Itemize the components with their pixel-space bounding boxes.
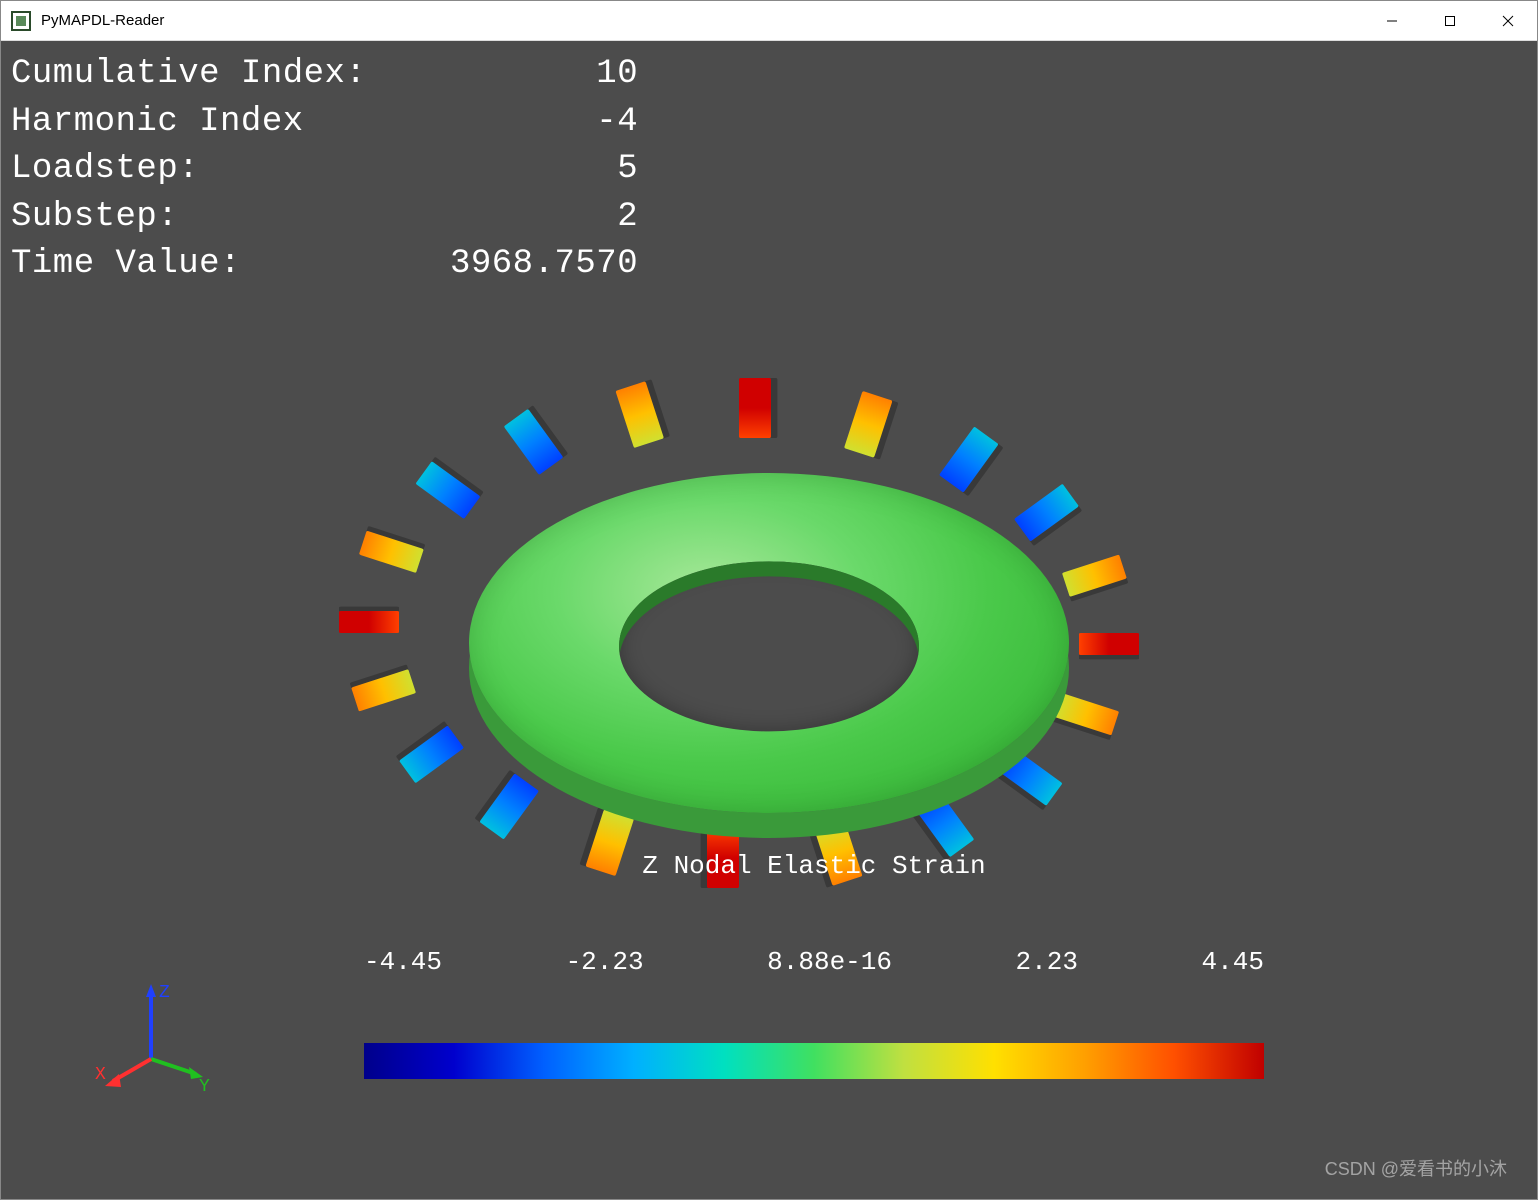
legend-tick: -4.45	[364, 947, 442, 977]
blade	[399, 725, 464, 783]
legend-tick: 4.45	[1202, 947, 1264, 977]
app-icon	[11, 11, 31, 31]
blade	[844, 391, 893, 458]
watermark: CSDN @爱看书的小沐	[1325, 1155, 1507, 1181]
axis-x-label: X	[95, 1065, 106, 1085]
app-window: PyMAPDL-Reader Cumulative Index: 10Harmo…	[0, 0, 1538, 1200]
legend-title: Z Nodal Elastic Strain	[364, 851, 1264, 881]
blade	[359, 531, 424, 573]
axis-y-label: Y	[199, 1077, 210, 1097]
close-button[interactable]	[1479, 1, 1537, 40]
blade	[1079, 633, 1139, 655]
colorbar	[364, 1043, 1264, 1079]
legend-tick: 8.88e-16	[767, 947, 892, 977]
maximize-icon	[1444, 15, 1456, 27]
axis-gizmo[interactable]: Z Y X	[91, 979, 211, 1099]
legend-ticks: -4.45 -2.23 8.88e-16 2.23 4.45	[364, 947, 1264, 977]
overlay-row: Harmonic Index -4	[11, 99, 638, 147]
blade	[351, 670, 416, 712]
minimize-icon	[1386, 15, 1398, 27]
blade	[504, 409, 564, 475]
maximize-button[interactable]	[1421, 1, 1479, 40]
color-legend: Z Nodal Elastic Strain -4.45 -2.23 8.88e-1…	[364, 791, 1264, 1139]
blade	[739, 378, 771, 438]
render-viewport[interactable]: Cumulative Index: 10Harmonic Index -4Loa…	[1, 41, 1537, 1199]
window-title: PyMAPDL-Reader	[41, 12, 1363, 29]
legend-tick: 2.23	[1016, 947, 1078, 977]
blade	[339, 611, 399, 633]
overlay-row: Cumulative Index: 10	[11, 51, 638, 99]
blade	[1055, 693, 1120, 735]
axis-z-label: Z	[159, 983, 170, 1003]
blade	[1014, 483, 1079, 541]
overlay-row: Time Value: 3968.7570	[11, 241, 638, 289]
titlebar[interactable]: PyMAPDL-Reader	[1, 1, 1537, 41]
ring-mesh	[469, 473, 1069, 813]
blade	[1062, 554, 1127, 596]
legend-tick: -2.23	[566, 947, 644, 977]
window-controls	[1363, 1, 1537, 40]
close-icon	[1502, 15, 1514, 27]
blade	[939, 427, 999, 493]
info-overlay: Cumulative Index: 10Harmonic Index -4Loa…	[11, 51, 638, 289]
blade	[615, 381, 664, 448]
overlay-row: Loadstep: 5	[11, 146, 638, 194]
minimize-button[interactable]	[1363, 1, 1421, 40]
blade	[415, 461, 480, 519]
overlay-row: Substep: 2	[11, 194, 638, 242]
